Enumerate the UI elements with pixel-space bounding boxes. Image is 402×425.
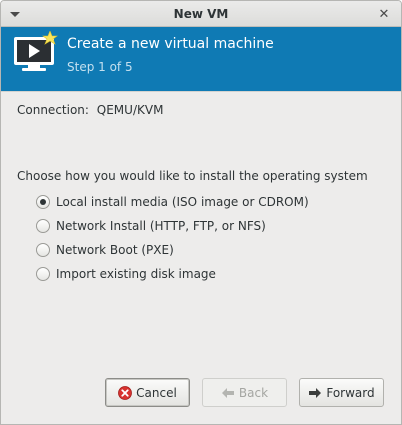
cancel-icon: [118, 385, 133, 400]
radio-button[interactable]: [36, 219, 50, 233]
title-bar: New VM ✕: [1, 1, 401, 27]
radio-label: Network Boot (PXE): [56, 243, 174, 257]
cancel-button[interactable]: Cancel: [105, 378, 190, 407]
cancel-label: Cancel: [136, 385, 177, 400]
radio-button[interactable]: [36, 267, 50, 281]
connection-value: QEMU/KVM: [96, 103, 164, 117]
wizard-title: Create a new virtual machine: [67, 36, 274, 52]
radio-label: Network Install (HTTP, FTP, or NFS): [56, 219, 266, 233]
close-icon: ✕: [378, 6, 390, 22]
radio-import-disk-image[interactable]: Import existing disk image: [36, 265, 216, 283]
radio-button[interactable]: [36, 243, 50, 257]
back-button[interactable]: Back: [202, 378, 287, 407]
install-method-prompt: Choose how you would like to install the…: [17, 169, 368, 183]
divider: [1, 91, 401, 92]
back-arrow-icon: [221, 387, 235, 399]
window-title: New VM: [173, 7, 229, 21]
connection-info: Connection: QEMU/KVM: [17, 103, 163, 117]
new-vm-monitor-icon: [14, 31, 58, 71]
radio-network-boot[interactable]: Network Boot (PXE): [36, 241, 174, 259]
radio-network-install[interactable]: Network Install (HTTP, FTP, or NFS): [36, 217, 266, 235]
forward-arrow-icon: [308, 387, 322, 399]
radio-button[interactable]: [36, 195, 50, 209]
back-label: Back: [238, 385, 269, 400]
forward-label: Forward: [326, 385, 375, 400]
radio-label: Local install media (ISO image or CDROM): [56, 195, 309, 209]
radio-label: Import existing disk image: [56, 267, 216, 281]
radio-local-install-media[interactable]: Local install media (ISO image or CDROM): [36, 193, 309, 211]
wizard-step: Step 1 of 5: [67, 60, 133, 74]
connection-label: Connection:: [17, 103, 89, 117]
close-button[interactable]: ✕: [376, 6, 392, 22]
new-vm-dialog: New VM ✕ Create a new virtual machine St…: [0, 0, 402, 425]
wizard-banner: Create a new virtual machine Step 1 of 5: [1, 27, 401, 91]
forward-button[interactable]: Forward: [299, 378, 384, 407]
